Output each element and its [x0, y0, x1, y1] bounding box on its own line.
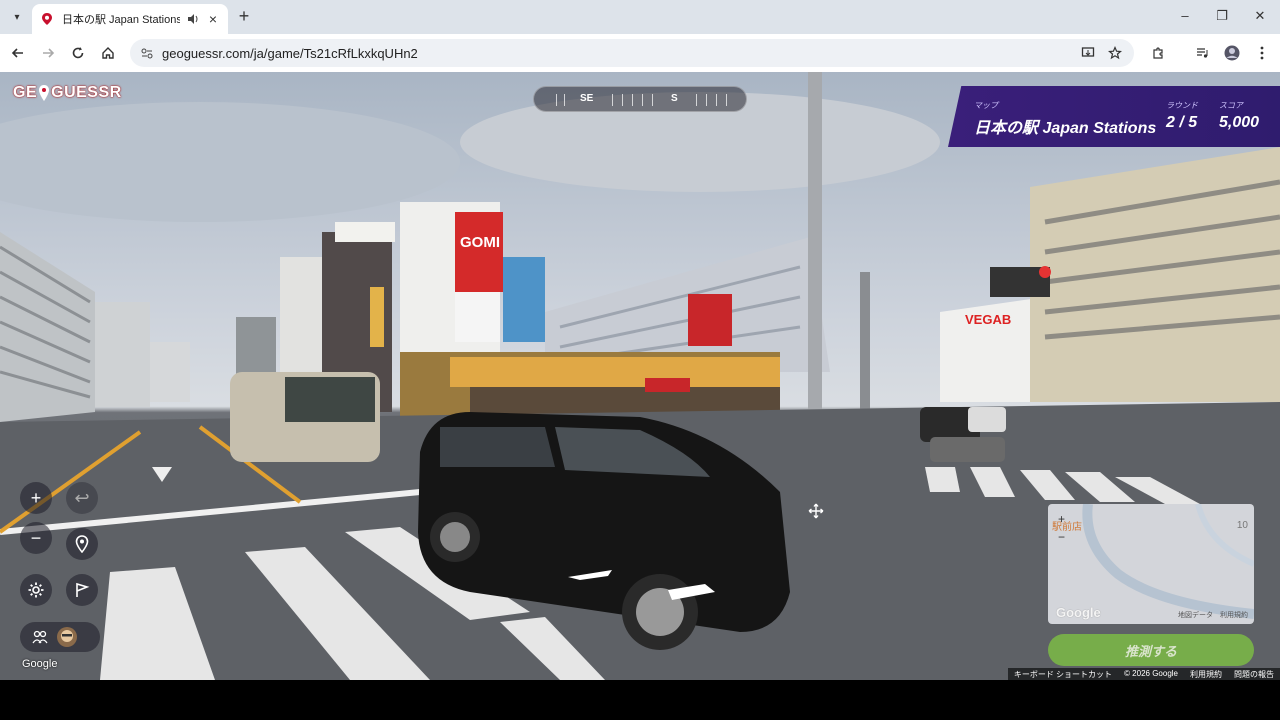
status-score-caption: スコア [1219, 101, 1243, 110]
compass-tick [632, 94, 633, 106]
status-map-caption: マップ [974, 101, 998, 110]
terms-link[interactable]: 利用規約 [1184, 668, 1228, 680]
extensions-icon[interactable] [1148, 43, 1168, 63]
game-status-panel: マップ 日本の駅 Japan Stations ラウンド 2 / 5 スコア 5… [948, 86, 1280, 147]
status-map: マップ 日本の駅 Japan Stations [974, 100, 1156, 138]
media-controls-icon[interactable] [1192, 43, 1212, 63]
players-pill[interactable] [20, 622, 100, 652]
compass-tick [726, 94, 727, 106]
guess-button[interactable]: 推測する [1048, 634, 1254, 666]
google-watermark: Google [22, 658, 58, 670]
status-score-value: 5,000 [1219, 114, 1260, 131]
zoom-in-button[interactable]: + [20, 482, 52, 514]
minimap-zoom-in[interactable]: + [1058, 512, 1065, 526]
site-settings-icon[interactable] [140, 46, 154, 60]
compass-bar[interactable]: SE S [533, 86, 747, 112]
browser-menu-icon[interactable] [1252, 43, 1272, 63]
geoguessr-favicon-icon [42, 13, 52, 25]
move-cursor-icon [808, 503, 824, 519]
svg-text:GOMI: GOMI [460, 234, 500, 251]
minimize-button[interactable]: – [1170, 6, 1200, 26]
compass-tick [642, 94, 643, 106]
bookmark-star-icon[interactable] [1105, 43, 1125, 63]
flag-icon [76, 582, 90, 597]
home-icon[interactable] [98, 43, 118, 63]
reload-icon[interactable] [68, 43, 88, 63]
forward-arrow-icon[interactable] [38, 43, 58, 63]
minimap-poi-label: 駅前店 [1052, 522, 1082, 533]
status-score: スコア 5,000 [1219, 100, 1259, 132]
install-app-icon[interactable] [1078, 43, 1098, 63]
geoguessr-logo[interactable]: GE GUESSR [13, 82, 122, 104]
street-view-panorama[interactable]: GOMI VEGAB GE GUESSR SE S マップ 日本の駅 Japan… [0, 72, 1280, 680]
flag-button[interactable] [66, 574, 98, 606]
status-map-value: 日本の駅 Japan Stations [974, 120, 1157, 137]
compass-tick [556, 94, 557, 106]
compass-tick [612, 94, 613, 106]
settings-button[interactable] [20, 574, 52, 606]
player-avatar-icon [57, 627, 77, 647]
gear-icon [28, 582, 44, 598]
status-round-caption: ラウンド [1166, 101, 1198, 110]
copyright-text: © 2026 Google [1124, 669, 1178, 678]
new-tab-button[interactable]: + [234, 6, 254, 26]
tab-close-icon[interactable]: × [206, 11, 220, 27]
minimap-zoom-out[interactable]: − [1058, 530, 1065, 544]
bottom-letterbox [0, 680, 1280, 720]
maximize-button[interactable]: ❐ [1207, 6, 1237, 26]
browser-toolbar: geoguessr.com/ja/game/Ts21cRfLkxkqUHn2 [0, 34, 1280, 72]
location-pin-icon [75, 535, 89, 553]
logo-pin-icon [39, 85, 50, 101]
report-problem-link[interactable]: 問題の報告 [1228, 668, 1280, 680]
tab-title: 日本の駅 Japan Stations - G [62, 14, 180, 26]
compass-tick [622, 94, 623, 106]
compass-tick [706, 94, 707, 106]
return-to-start-button[interactable] [66, 528, 98, 560]
minimap-attribution[interactable]: 地図データ 利用規約 [1178, 610, 1248, 620]
keyboard-shortcuts-link[interactable]: キーボード ショートカット [1008, 668, 1118, 680]
logo-text-left: GE [13, 84, 38, 101]
compass-label-s: S [671, 93, 678, 104]
address-bar[interactable]: geoguessr.com/ja/game/Ts21cRfLkxkqUHn2 [130, 39, 1134, 67]
minimap-route-badge: 10 [1236, 520, 1248, 531]
tab-geoguessr[interactable]: 日本の駅 Japan Stations - G × [32, 4, 228, 34]
logo-text-right: GUESSR [51, 84, 122, 101]
close-window-button[interactable]: ✕ [1245, 6, 1275, 26]
compass-label-se: SE [580, 93, 594, 104]
compass-tick [716, 94, 717, 106]
back-arrow-icon[interactable] [8, 43, 28, 63]
speaker-icon[interactable] [186, 12, 200, 26]
undo-button[interactable]: ↩ [66, 482, 98, 514]
url-text: geoguessr.com/ja/game/Ts21cRfLkxkqUHn2 [162, 45, 418, 61]
status-round-value: 2 / 5 [1166, 114, 1198, 131]
status-round: ラウンド 2 / 5 [1166, 100, 1198, 132]
guess-minimap[interactable]: 駅前店 + − 10 Google 地図データ 利用規約 [1048, 504, 1254, 624]
compass-tick [652, 94, 653, 106]
tab-bar: ▾ 日本の駅 Japan Stations - G × + – ❐ ✕ [0, 0, 1280, 34]
compass-tick [564, 94, 565, 106]
svg-text:VEGAB: VEGAB [965, 312, 1011, 327]
minimap-google-logo: Google [1056, 605, 1101, 620]
compass-tick [696, 94, 697, 106]
zoom-out-button[interactable]: − [20, 522, 52, 554]
tab-search-chevron-icon[interactable]: ▾ [6, 7, 28, 27]
users-icon [32, 630, 48, 644]
streetview-footer: キーボード ショートカット © 2026 Google 利用規約 問題の報告 [1007, 668, 1280, 680]
profile-avatar-icon[interactable] [1222, 43, 1242, 63]
